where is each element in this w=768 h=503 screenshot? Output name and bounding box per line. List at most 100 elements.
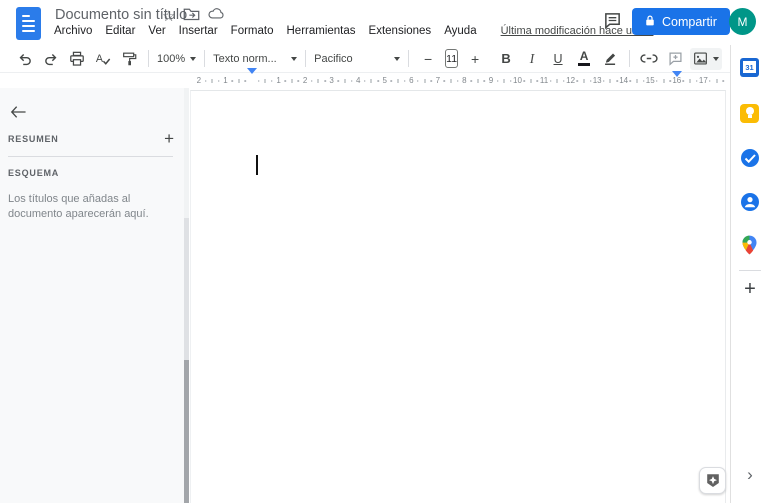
print-button[interactable]	[67, 48, 87, 70]
last-modified-link[interactable]: Última modificación hace uno...	[501, 25, 654, 37]
cloud-status-icon[interactable]	[208, 7, 225, 25]
ruler-number: 9	[488, 76, 494, 85]
contacts-icon[interactable]	[740, 192, 760, 212]
close-outline-button[interactable]	[8, 102, 28, 122]
panel-divider	[739, 270, 761, 271]
ruler-number: 6	[409, 76, 414, 85]
scrollbar-thumb[interactable]	[184, 360, 189, 503]
insert-image-button[interactable]	[690, 47, 723, 70]
svg-text:A: A	[96, 53, 104, 65]
avatar-initial: M	[737, 14, 748, 29]
chevron-down-icon	[394, 56, 401, 61]
chevron-down-icon	[291, 56, 298, 61]
account-avatar[interactable]: M	[729, 8, 756, 35]
ruler-tick	[709, 80, 711, 82]
move-folder-icon[interactable]	[183, 6, 200, 26]
ruler-tick	[377, 80, 379, 82]
paragraph-style-select[interactable]: Texto norm...	[213, 48, 298, 70]
increase-font-size-button[interactable]: +	[465, 48, 485, 70]
ruler[interactable]: 2 1 1 2 3 4 5 6 7 8 9 10 11 12 13 14 15 16 17	[193, 68, 727, 94]
ruler-tick	[470, 80, 472, 82]
font-size-input[interactable]: 11	[445, 49, 459, 68]
menu-insertar[interactable]: Insertar	[179, 25, 218, 37]
ruler-number: 2	[302, 76, 308, 85]
keep-icon[interactable]	[740, 103, 760, 123]
calendar-icon[interactable]: 31	[740, 57, 760, 77]
maps-icon[interactable]	[740, 235, 760, 255]
menu-extensiones[interactable]: Extensiones	[369, 25, 432, 37]
ruler-tick	[716, 78, 718, 83]
document-page[interactable]	[190, 90, 726, 503]
ruler-tick	[663, 78, 665, 83]
ruler-tick	[257, 80, 260, 82]
sidebar-divider	[8, 156, 173, 157]
star-icon[interactable]: ☆	[162, 7, 175, 25]
ruler-tick	[669, 80, 671, 82]
menu-ver[interactable]: Ver	[148, 25, 165, 37]
menu-formato[interactable]: Formato	[231, 25, 274, 37]
add-comment-button[interactable]	[665, 48, 685, 70]
ruler-tick	[403, 80, 406, 82]
menu-archivo[interactable]: Archivo	[54, 25, 92, 37]
ruler-number: 17	[698, 76, 708, 85]
ruler-number: 4	[355, 76, 361, 85]
scrollbar-segment[interactable]	[184, 218, 189, 360]
ruler-tick	[583, 78, 585, 83]
italic-button[interactable]: I	[522, 48, 542, 70]
toolbar-separator	[204, 50, 206, 67]
ruler-number: 7	[435, 76, 441, 85]
ruler-number: 14	[619, 76, 629, 85]
ruler-tick	[556, 78, 558, 83]
undo-button[interactable]	[15, 48, 35, 70]
ruler-tick	[457, 80, 459, 82]
ruler-tick	[603, 80, 605, 82]
menu-editar[interactable]: Editar	[105, 25, 135, 37]
ruler-tick	[616, 80, 618, 82]
ruler-tick	[417, 80, 419, 82]
lock-icon	[645, 14, 655, 30]
decrease-font-size-button[interactable]: −	[418, 48, 438, 70]
zoom-select[interactable]: 100%	[157, 48, 197, 70]
open-comments-button[interactable]	[601, 9, 623, 31]
ruler-number: 5	[382, 76, 387, 85]
ruler-tick	[443, 80, 446, 82]
ruler-tick	[609, 78, 611, 83]
menu-ayuda[interactable]: Ayuda	[444, 25, 476, 37]
chevron-down-icon	[190, 56, 197, 61]
get-addons-button[interactable]: +	[731, 278, 768, 301]
ruler-tick	[291, 78, 293, 83]
share-button-label: Compartir	[662, 14, 717, 29]
spell-check-button[interactable]: A	[93, 48, 113, 70]
explore-badge-icon	[706, 474, 719, 487]
ruler-tick	[364, 80, 366, 82]
ruler-tick	[324, 80, 326, 82]
highlight-color-button[interactable]	[600, 48, 620, 70]
ruler-number: 2	[196, 76, 202, 85]
ruler-tick	[238, 78, 240, 83]
ruler-tick	[695, 80, 698, 82]
menu-herramientas[interactable]: Herramientas	[287, 25, 356, 37]
font-family-select[interactable]: Pacifico	[314, 48, 401, 70]
text-color-button[interactable]: A	[574, 48, 594, 70]
ruler-number: 3	[329, 76, 334, 85]
ruler-number: 15	[645, 76, 655, 85]
docs-logo-icon[interactable]	[16, 7, 41, 40]
tasks-icon[interactable]	[740, 148, 760, 168]
explore-button[interactable]	[699, 467, 726, 494]
toolbar-separator	[629, 50, 631, 67]
toolbar-separator	[148, 50, 149, 67]
ruler-tick	[629, 80, 632, 82]
bold-button[interactable]: B	[496, 48, 516, 70]
add-summary-button[interactable]: +	[164, 130, 174, 147]
ruler-tick	[264, 78, 266, 83]
calendar-date-label: 31	[743, 61, 756, 73]
share-button[interactable]: Compartir	[632, 8, 730, 35]
redo-button[interactable]	[41, 48, 61, 70]
ruler-number: 13	[592, 76, 602, 85]
text-cursor	[256, 155, 258, 175]
underline-button[interactable]: U	[548, 48, 568, 70]
ruler-tick	[536, 80, 539, 82]
insert-link-button[interactable]	[639, 48, 659, 70]
paint-format-button[interactable]	[119, 48, 139, 70]
hide-side-panel-button[interactable]: ›	[731, 465, 768, 485]
